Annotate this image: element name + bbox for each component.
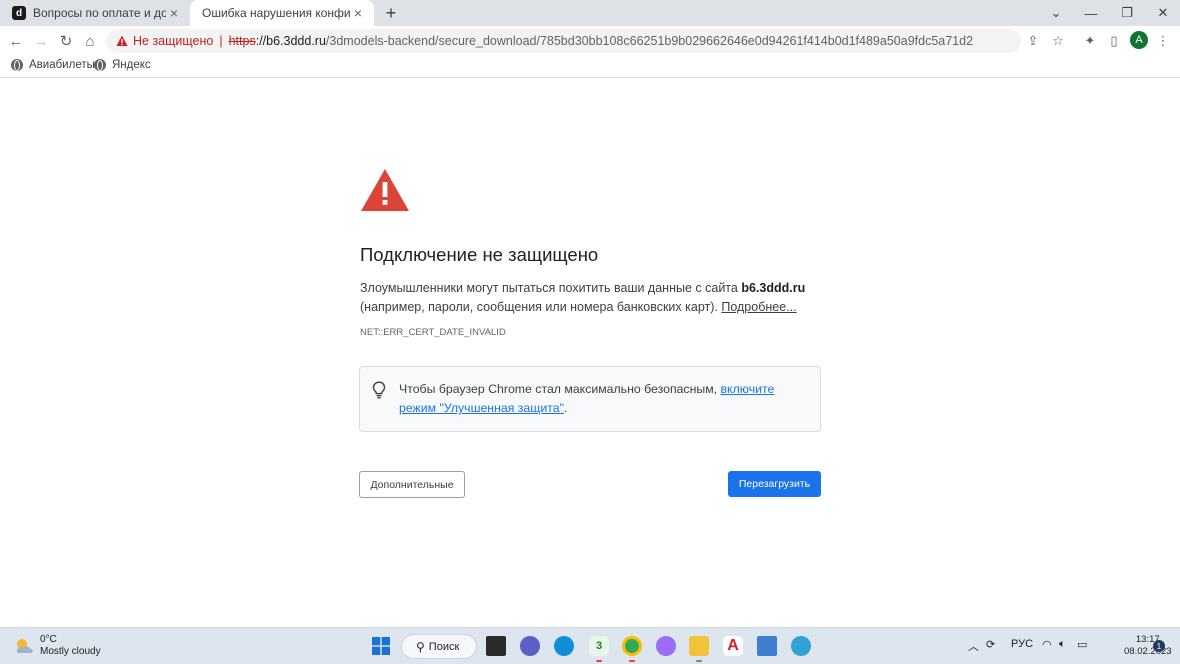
tab-search-chevron-icon[interactable]: ⌄ (1039, 0, 1073, 26)
windows-start-icon[interactable] (372, 637, 390, 655)
site-host: b6.3ddd.ru (741, 281, 806, 295)
bookmarks-bar: Авиабилеты Яндекс (0, 56, 1180, 78)
warning-triangle-icon (361, 169, 409, 211)
globe-app-icon[interactable] (791, 636, 811, 656)
weather-widget[interactable]: 0°C Mostly cloudy (40, 634, 101, 658)
notification-badge[interactable]: 1 (1153, 640, 1165, 652)
tab-strip: d Вопросы по оплате и доступам × Ошибка … (0, 0, 1180, 26)
description-text-2: (например, пароли, сообщения или номера … (360, 300, 722, 314)
tab-title: Вопросы по оплате и доступам (33, 6, 166, 20)
url-path: /3dmodels-backend/secure_download/785bd3… (325, 34, 974, 48)
minimize-icon[interactable]: — (1074, 0, 1108, 26)
bookmark-star-icon[interactable]: ☆ (1048, 31, 1068, 51)
task-view-icon[interactable] (486, 636, 506, 656)
chrome-browser-icon[interactable] (622, 636, 642, 656)
lightbulb-icon (372, 381, 386, 399)
home-icon[interactable]: ⌂ (80, 31, 100, 51)
page-content (0, 79, 1180, 627)
new-tab-plus-icon[interactable]: + (380, 3, 402, 23)
search-label: Поиск (428, 640, 460, 653)
bookmark-aviatickets[interactable]: Авиабилеты (11, 59, 95, 71)
page-title: Подключение не защищено (360, 244, 599, 265)
show-hidden-icons-chevron-icon[interactable]: ︿ (968, 638, 979, 654)
tab-privacy-error[interactable]: Ошибка нарушения конфиденциальности × (190, 0, 374, 26)
restore-icon[interactable]: ❐ (1110, 0, 1144, 26)
running-indicator (696, 660, 702, 662)
sync-icon[interactable]: ⟳ (986, 638, 995, 651)
side-panel-icon[interactable]: ▯ (1104, 31, 1124, 51)
3ddd-app-icon[interactable]: 3 (589, 636, 609, 656)
tip-text-end: . (563, 401, 568, 415)
enhanced-protection-tip: Чтобы браузер Chrome стал максимально бе… (359, 366, 821, 432)
running-indicator (596, 660, 602, 662)
windows-taskbar: 0°C Mostly cloudy ⚲ Поиск 3 A ︿ ⟳ РУС ◠ … (0, 627, 1180, 664)
tip-text-main: Чтобы браузер Chrome стал максимально бе… (399, 382, 721, 396)
running-indicator (629, 660, 635, 662)
bookmark-label: Яндекс (112, 59, 151, 71)
bookmark-label: Авиабилеты (29, 59, 95, 71)
url-separator: | (219, 34, 223, 48)
details-link[interactable]: Подробнее... (721, 300, 796, 314)
globe-icon (11, 59, 23, 71)
tip-text: Чтобы браузер Chrome стал максимально бе… (399, 380, 809, 418)
share-icon[interactable]: ⇪ (1023, 31, 1043, 51)
alice-assistant-icon[interactable] (656, 636, 676, 656)
advanced-button[interactable]: Дополнительные (359, 471, 465, 498)
url-host: ://b6.3ddd.ru (255, 34, 326, 48)
battery-icon[interactable]: ▭ (1077, 638, 1087, 651)
url-scheme: https (228, 34, 256, 48)
bookmark-yandex[interactable]: Яндекс (94, 59, 151, 71)
file-explorer-icon[interactable] (689, 636, 709, 656)
tab-title: Ошибка нарушения конфиденциальности (202, 6, 350, 20)
tab-payment-questions[interactable]: d Вопросы по оплате и доступам × (0, 0, 190, 26)
reload-icon[interactable]: ↻ (56, 31, 76, 51)
extensions-puzzle-icon[interactable]: ✦ (1080, 31, 1100, 51)
remote-desktop-icon[interactable] (757, 636, 777, 656)
address-bar[interactable]: Не защищено | https ://b6.3ddd.ru /3dmod… (106, 29, 1064, 53)
search-icon: ⚲ (416, 639, 425, 654)
forward-arrow-icon[interactable]: → (31, 31, 51, 51)
taskbar-search[interactable]: ⚲ Поиск (401, 634, 477, 659)
acrobat-reader-icon[interactable]: A (723, 636, 743, 656)
back-arrow-icon[interactable]: ← (6, 31, 26, 51)
teams-chat-icon[interactable] (520, 636, 540, 656)
profile-avatar[interactable]: A (1130, 31, 1148, 49)
close-tab-icon[interactable]: × (350, 5, 366, 21)
weather-description: Mostly cloudy (40, 646, 101, 657)
menu-kebab-icon[interactable]: ⋮ (1153, 31, 1173, 51)
wifi-icon[interactable]: ◠ (1042, 638, 1052, 651)
3ddd-favicon-icon: d (12, 6, 26, 20)
description-text: Злоумышленники могут пытаться похитить в… (360, 281, 742, 295)
close-tab-icon[interactable]: × (166, 5, 182, 21)
reload-button[interactable]: Перезагрузить (728, 471, 821, 497)
input-language[interactable]: РУС (1011, 638, 1033, 650)
error-description: Злоумышленники могут пытаться похитить в… (360, 279, 830, 317)
partly-cloudy-weather-icon[interactable] (14, 636, 36, 656)
security-status-label[interactable]: Не защищено (133, 34, 213, 48)
not-secure-warning-icon (116, 35, 128, 46)
edge-browser-icon[interactable] (554, 636, 574, 656)
close-window-icon[interactable]: ✕ (1146, 0, 1180, 26)
weather-temperature: 0°C (40, 634, 57, 645)
error-code: NET::ERR_CERT_DATE_INVALID (360, 327, 506, 338)
globe-icon (94, 59, 106, 71)
volume-icon[interactable]: 🔈︎ (1059, 638, 1066, 651)
